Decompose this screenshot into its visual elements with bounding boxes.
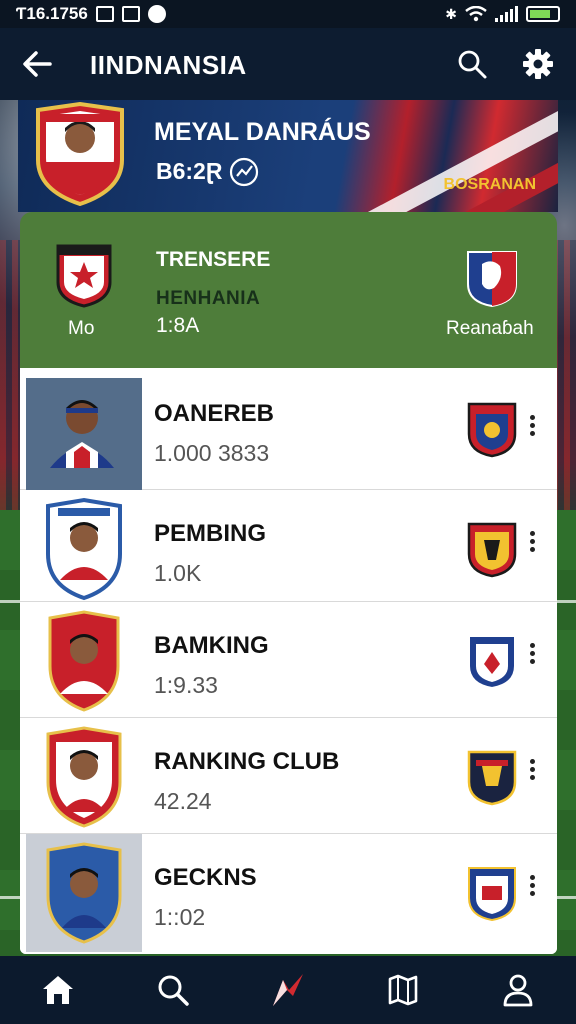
player-value: 1.000 3833 — [154, 440, 270, 466]
notification-icon — [95, 6, 114, 22]
player-value: 1.0K — [154, 560, 202, 586]
status-bar: Ƭ16.1756 ✱ — [0, 0, 576, 28]
transfer-icon — [272, 974, 303, 1006]
player-banner[interactable]: MEYAL DANRÁUS B6:2Ɽ BOSRANAN — [18, 100, 558, 212]
player-name: PEMBING — [154, 520, 267, 547]
notification-icon — [147, 5, 166, 23]
player-name: BAMKING — [154, 632, 269, 659]
list-item[interactable]: BAMKING 1:9.33 — [20, 602, 557, 718]
player-crest-avatar — [48, 610, 120, 712]
more-options-icon[interactable] — [522, 872, 542, 908]
page-title: IINDNANSIA — [90, 50, 247, 80]
club-crest-icon — [468, 635, 516, 690]
player-value: 42.24 — [154, 788, 212, 814]
from-club-label: Mo — [68, 318, 95, 339]
player-photo — [26, 834, 142, 952]
nav-profile[interactable] — [498, 970, 538, 1010]
wifi-icon — [465, 6, 487, 22]
player-name: GECKNS — [154, 864, 257, 891]
club-crest-icon — [467, 522, 517, 578]
player-name: RANKING CLUB — [154, 748, 340, 775]
nav-home[interactable] — [38, 970, 78, 1010]
player-name: MEYAL DANRÁUS — [154, 118, 371, 146]
profile-icon — [503, 974, 533, 1007]
app-bar: IINDNANSIA — [0, 28, 576, 100]
bluetooth-icon: ✱ — [445, 5, 457, 22]
back-arrow-icon[interactable] — [20, 50, 56, 78]
battery-icon — [526, 6, 560, 22]
notification-icon — [121, 6, 140, 22]
list-item[interactable]: GECKNS 1::02 — [20, 834, 557, 954]
transfer-subtitle: HENHANIA — [156, 288, 261, 309]
player-market-value: B6:2Ɽ — [156, 158, 223, 184]
player-photo — [26, 378, 142, 490]
list-item[interactable]: OANEREB 1.000 3833 — [20, 368, 557, 490]
gear-icon[interactable] — [522, 48, 554, 80]
transfer-fee: 1:8A — [156, 314, 200, 337]
club-crest-icon — [467, 402, 517, 458]
nav-map[interactable] — [383, 970, 423, 1010]
list-item[interactable]: RANKING CLUB 42.24 — [20, 718, 557, 834]
list-item[interactable]: PEMBING 1.0K — [20, 490, 557, 602]
status-time: Ƭ16.1756 — [16, 4, 88, 23]
home-icon — [42, 976, 73, 1004]
more-options-icon[interactable] — [522, 528, 542, 564]
club-crest-icon — [468, 867, 516, 922]
player-crest-avatar — [46, 497, 122, 601]
more-options-icon[interactable] — [522, 756, 542, 792]
transfer-title: TRENSERE — [156, 248, 271, 271]
nav-transfers[interactable] — [268, 970, 308, 1010]
player-name: OANEREB — [154, 400, 275, 427]
value-trend-icon — [229, 157, 259, 187]
signal-icon — [495, 6, 518, 22]
more-options-icon[interactable] — [522, 640, 542, 676]
player-club-name: BOSRANAN — [443, 176, 536, 193]
player-list: OANEREB 1.000 3833 PEMBING 1.0K BAMKING … — [20, 368, 557, 954]
player-crest-avatar — [36, 102, 124, 206]
search-icon — [158, 975, 189, 1006]
map-icon — [388, 974, 418, 1006]
club-crest-icon — [467, 750, 517, 806]
more-options-icon[interactable] — [522, 412, 542, 448]
transfer-card[interactable]: Mo TRENSERE HENHANIA 1:8A Reanaɓah — [20, 212, 557, 368]
to-club-label: Reanaɓah — [446, 318, 534, 339]
nav-search[interactable] — [153, 970, 193, 1010]
player-crest-avatar — [46, 726, 122, 828]
player-value: 1:9.33 — [154, 672, 218, 698]
player-value: 1::02 — [154, 904, 206, 930]
from-club-crest-icon — [56, 244, 112, 308]
to-club-crest-icon — [467, 251, 517, 308]
bottom-navigation — [0, 956, 576, 1024]
search-icon[interactable] — [456, 48, 488, 80]
